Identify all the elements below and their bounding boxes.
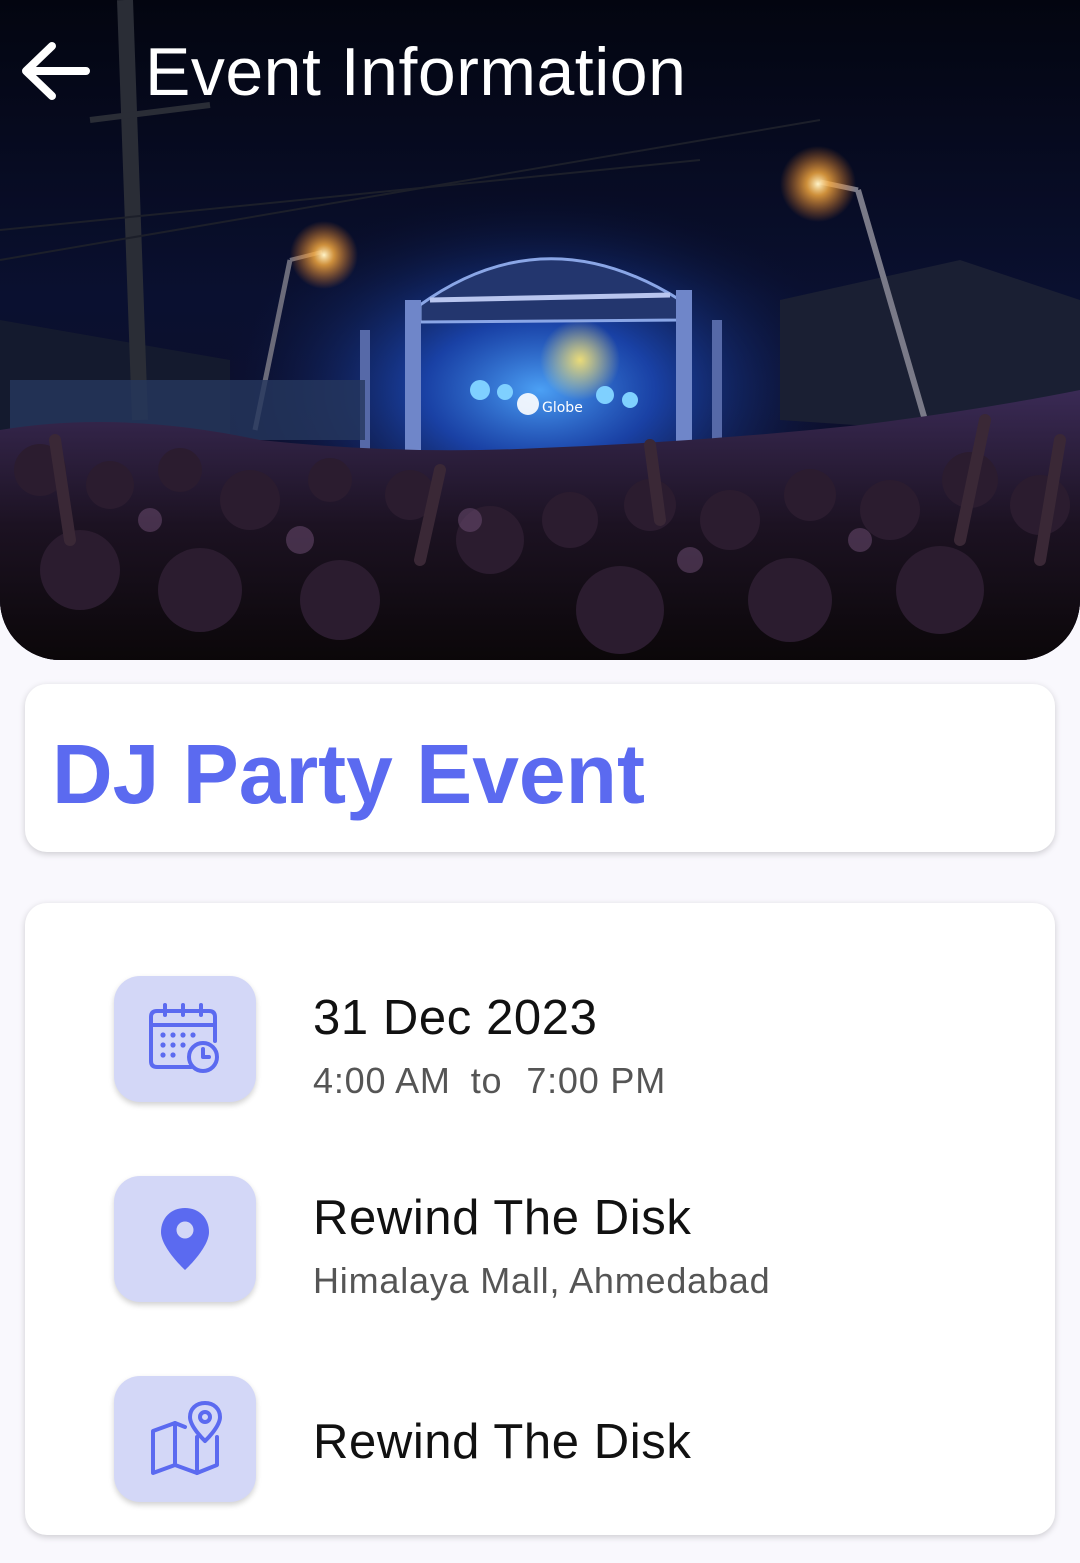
page-title: Event Information bbox=[145, 34, 687, 110]
venue-row: Rewind The Disk Himalaya Mall, Ahmedabad bbox=[25, 1176, 1055, 1306]
end-time: 7:00 PM bbox=[526, 1060, 666, 1101]
date-icon-tile bbox=[114, 976, 256, 1102]
app-bar: Event Information bbox=[0, 0, 1080, 150]
date-time-row: 31 Dec 2023 4:00 AM to 7:00 PM bbox=[25, 976, 1055, 1106]
venue-address: Himalaya Mall, Ahmedabad bbox=[313, 1260, 771, 1301]
event-name: DJ Party Event bbox=[52, 727, 645, 821]
time-separator: to bbox=[470, 1060, 503, 1101]
stage-sign-text: Globe bbox=[542, 400, 583, 416]
map-row[interactable]: Rewind The Disk bbox=[25, 1376, 1055, 1506]
event-title-card: DJ Party Event bbox=[25, 684, 1055, 852]
calendar-clock-icon bbox=[149, 1003, 219, 1073]
map-pin-icon bbox=[151, 1401, 222, 1475]
map-location-name[interactable]: Rewind The Disk bbox=[313, 1414, 691, 1470]
event-time-range: 4:00 AM to 7:00 PM bbox=[313, 1060, 666, 1102]
venue-icon-tile bbox=[114, 1176, 256, 1302]
event-date: 31 Dec 2023 bbox=[313, 991, 598, 1045]
arrow-left-icon bbox=[22, 42, 90, 100]
venue-name: Rewind The Disk bbox=[313, 1191, 692, 1245]
start-time: 4:00 AM bbox=[313, 1060, 451, 1101]
map-icon-tile[interactable] bbox=[114, 1376, 256, 1502]
location-pin-icon bbox=[161, 1208, 209, 1270]
back-button[interactable] bbox=[14, 30, 96, 112]
event-details-card: 31 Dec 2023 4:00 AM to 7:00 PM Rewind The … bbox=[25, 903, 1055, 1535]
